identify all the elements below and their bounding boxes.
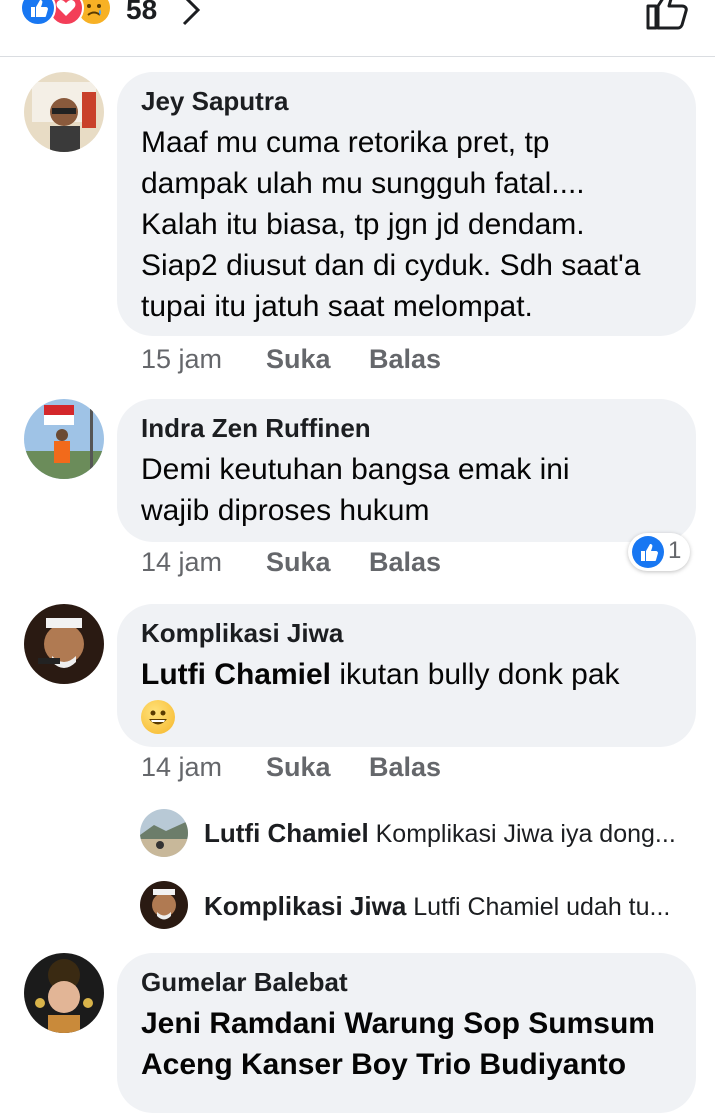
- comment-time[interactable]: 14 jam: [141, 547, 222, 578]
- reply-author[interactable]: Komplikasi Jiwa: [204, 891, 406, 921]
- reply-button[interactable]: Balas: [369, 547, 441, 578]
- grinning-face-emoji: [141, 700, 175, 735]
- comment-bubble[interactable]: Gumelar Balebat Jeni Ramdani Warung Sop …: [117, 953, 696, 1113]
- comment-text: Lutfi Chamiel ikutan bully donk pak: [141, 654, 672, 736]
- comment-text: Demi keutuhan bangsa emak ini wajib dipr…: [141, 453, 570, 527]
- comment-text-body: ikutan bully donk pak: [331, 658, 620, 691]
- comment-bubble[interactable]: Komplikasi Jiwa Lutfi Chamiel ikutan bul…: [117, 604, 696, 747]
- comment-bubble[interactable]: Indra Zen Ruffinen Demi keutuhan bangsa …: [117, 399, 696, 542]
- reply-author[interactable]: Lutfi Chamiel: [204, 818, 369, 848]
- reply-preview[interactable]: Lutfi Chamiel Komplikasi Jiwa iya dong..…: [204, 818, 694, 849]
- reply-text: Komplikasi Jiwa iya dong...: [375, 820, 676, 848]
- like-button[interactable]: Suka: [266, 344, 331, 375]
- like-reaction-icon: [20, 0, 56, 26]
- comment-author[interactable]: Jey Saputra: [141, 86, 672, 116]
- reply-avatar[interactable]: [140, 881, 188, 929]
- like-button-icon[interactable]: [644, 0, 690, 37]
- reply-preview[interactable]: Komplikasi Jiwa Lutfi Chamiel udah tu...: [204, 891, 694, 922]
- reaction-count[interactable]: 58: [126, 0, 157, 26]
- like-button[interactable]: Suka: [266, 752, 331, 783]
- reply-button[interactable]: Balas: [369, 344, 441, 375]
- comment-author[interactable]: Gumelar Balebat: [141, 967, 672, 997]
- comment-text: Maaf mu cuma retorika pret, tp dampak ul…: [141, 126, 641, 323]
- comment-author[interactable]: Indra Zen Ruffinen: [141, 413, 672, 443]
- chevron-right-icon[interactable]: [178, 0, 204, 33]
- comment-reaction-count: 1: [668, 537, 682, 564]
- like-reaction-icon: [632, 536, 664, 568]
- reply-avatar[interactable]: [140, 809, 188, 857]
- avatar[interactable]: [24, 953, 104, 1033]
- reply-button[interactable]: Balas: [369, 752, 441, 783]
- avatar[interactable]: [24, 604, 104, 684]
- comment-time[interactable]: 15 jam: [141, 344, 222, 375]
- reply-text: Lutfi Chamiel udah tu...: [413, 893, 671, 921]
- comment-bubble[interactable]: Jey Saputra Maaf mu cuma retorika pret, …: [117, 72, 696, 336]
- comment-text: Jeni Ramdani Warung Sop Sumsum Aceng Kan…: [141, 1007, 655, 1081]
- reactions-bar: 58: [0, 0, 715, 57]
- avatar[interactable]: [24, 399, 104, 479]
- comment-time[interactable]: 14 jam: [141, 752, 222, 783]
- comment-reaction-badge[interactable]: 1: [628, 533, 690, 571]
- like-button[interactable]: Suka: [266, 547, 331, 578]
- comment-author[interactable]: Komplikasi Jiwa: [141, 618, 672, 648]
- mention-link[interactable]: Lutfi Chamiel: [141, 658, 331, 691]
- avatar[interactable]: [24, 72, 104, 152]
